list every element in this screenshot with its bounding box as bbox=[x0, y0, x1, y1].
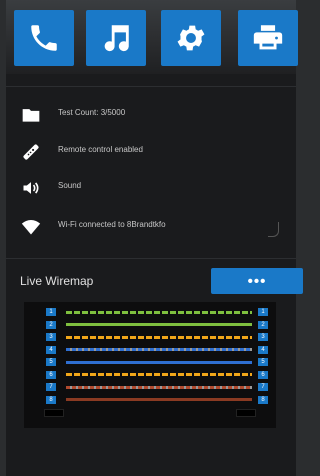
divider bbox=[6, 86, 296, 87]
pin-right-7: 7 bbox=[258, 383, 268, 391]
app-frame: Test Count: 3/5000 Remote control enable… bbox=[6, 0, 303, 476]
pin-left-4: 4 bbox=[46, 345, 56, 354]
wiremap-title: Live Wiremap bbox=[20, 274, 94, 288]
pin-right-5: 5 bbox=[258, 358, 268, 366]
wire-pair-3 bbox=[66, 335, 252, 339]
status-wifi: Wi-Fi connected to 8Brandtkfo bbox=[6, 212, 296, 242]
pin-left-8: 8 bbox=[46, 395, 56, 404]
pin-right-4: 4 bbox=[258, 345, 268, 354]
print-button[interactable] bbox=[238, 10, 298, 66]
music-button[interactable] bbox=[86, 10, 146, 66]
phone-icon bbox=[31, 25, 57, 51]
wire-pair-8 bbox=[66, 398, 252, 401]
status-text: Test Count: 3/5000 bbox=[58, 108, 126, 117]
shield-right bbox=[236, 409, 256, 417]
gear-icon bbox=[177, 25, 205, 51]
wire-pair-4 bbox=[66, 348, 252, 351]
status-remote-control: Remote control enabled bbox=[6, 137, 296, 167]
status-test-count: Test Count: 3/5000 bbox=[6, 100, 296, 130]
wire-pair-2 bbox=[66, 323, 252, 326]
pin-right-6: 6 bbox=[258, 370, 268, 379]
pin-left-3: 3 bbox=[46, 333, 56, 341]
printer-icon bbox=[253, 25, 283, 50]
cable-hook-icon bbox=[268, 222, 279, 237]
divider bbox=[6, 258, 296, 259]
pin-right-3: 3 bbox=[258, 333, 268, 341]
pin-left-1: 1 bbox=[46, 308, 56, 316]
wire-pair-5 bbox=[66, 360, 252, 364]
shield-left bbox=[44, 409, 64, 417]
status-text: Remote control enabled bbox=[58, 145, 143, 154]
status-sound: Sound bbox=[6, 173, 296, 203]
settings-button[interactable] bbox=[161, 10, 221, 66]
pin-left-2: 2 bbox=[46, 320, 56, 329]
wiremap-diagram: 1 1 2 2 3 3 4 4 5 5 6 6 7 7 8 8 bbox=[24, 302, 276, 428]
status-text: Sound bbox=[58, 181, 82, 190]
more-options-button[interactable]: ••• bbox=[211, 268, 303, 294]
pin-left-7: 7 bbox=[46, 383, 56, 391]
pin-right-2: 2 bbox=[258, 320, 268, 329]
pin-right-8: 8 bbox=[258, 395, 268, 404]
wire-pair-7 bbox=[66, 385, 252, 389]
pin-left-5: 5 bbox=[46, 358, 56, 366]
wire-pair-6 bbox=[66, 373, 252, 376]
remote-control-icon bbox=[20, 141, 42, 163]
status-text: Wi-Fi connected to 8Brandtkfo bbox=[58, 220, 166, 229]
toolbar bbox=[6, 0, 298, 74]
music-icon bbox=[104, 25, 129, 52]
folder-icon bbox=[20, 104, 42, 126]
speaker-icon bbox=[20, 177, 42, 199]
pin-left-6: 6 bbox=[46, 370, 56, 379]
pin-right-1: 1 bbox=[258, 308, 268, 316]
wire-pair-1 bbox=[66, 310, 252, 314]
wifi-icon bbox=[20, 216, 42, 238]
phone-button[interactable] bbox=[14, 10, 74, 66]
